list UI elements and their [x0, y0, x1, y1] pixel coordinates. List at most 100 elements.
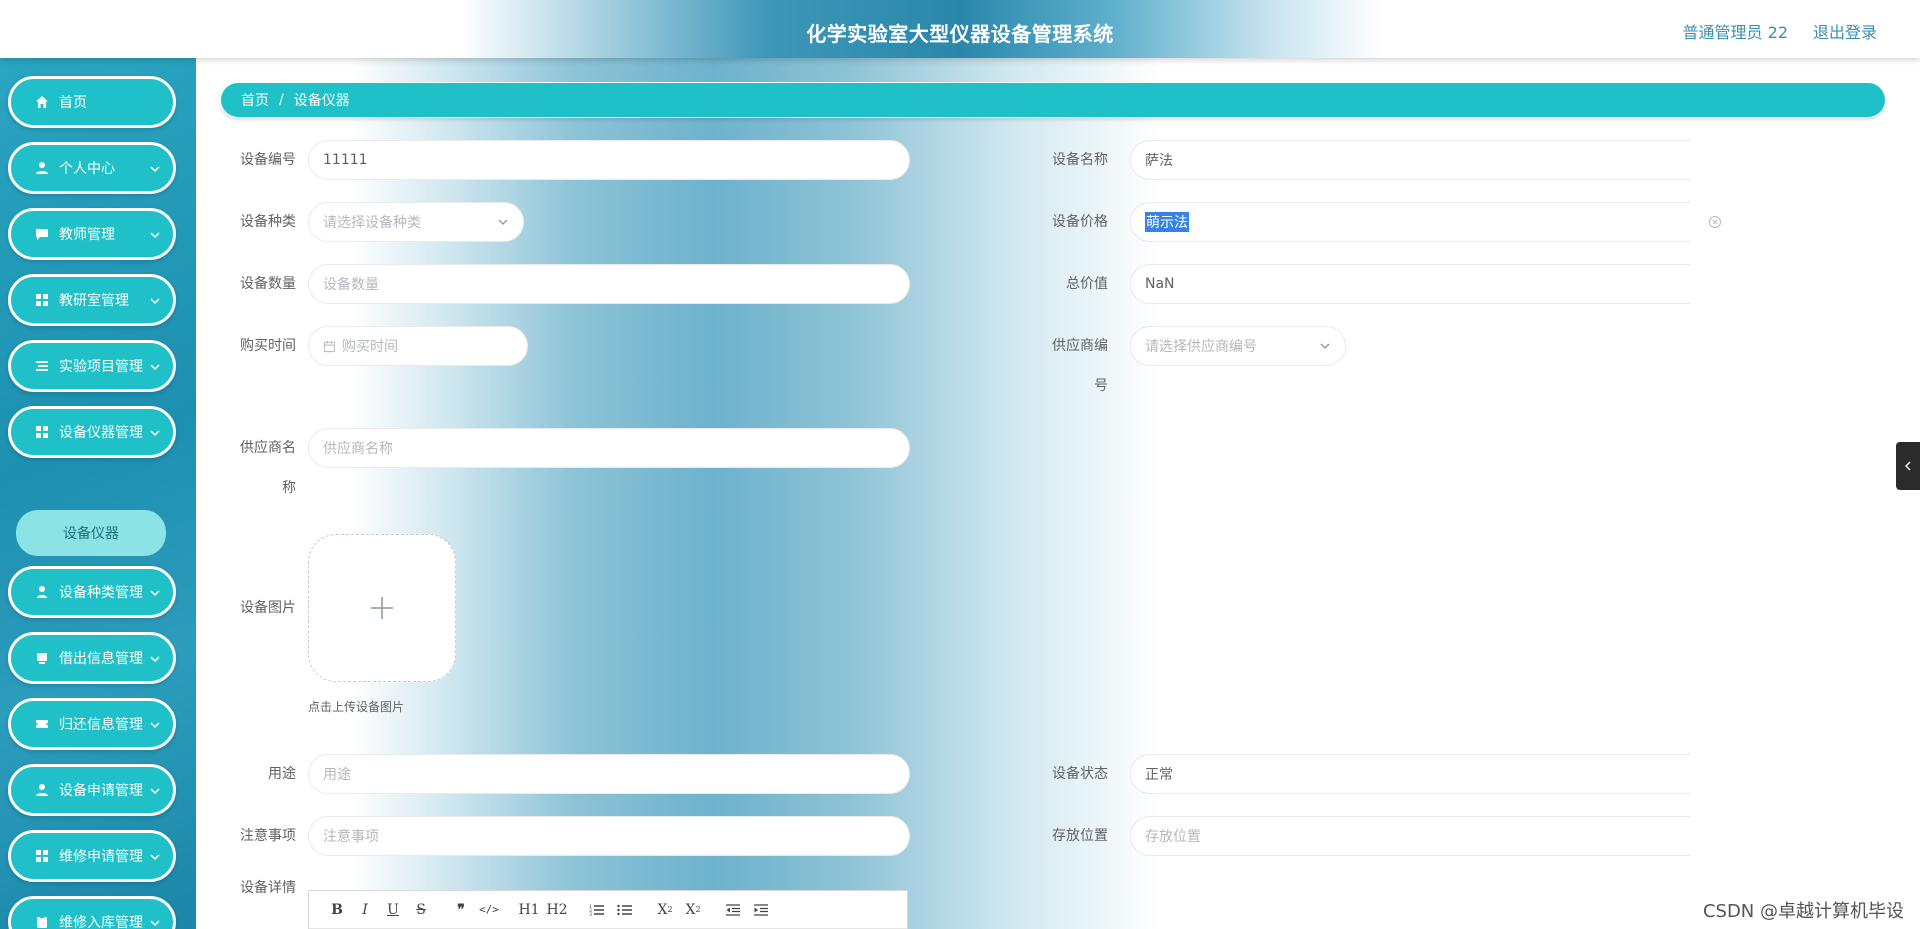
app-title: 化学实验室大型仪器设备管理系统	[806, 22, 1114, 46]
sidebar-item-device-type[interactable]: 设备种类管理	[8, 566, 176, 618]
underline-button[interactable]: U	[379, 898, 407, 922]
chevron-down-icon	[150, 920, 160, 927]
list-icon	[35, 359, 49, 373]
sidebar-item-label: 个人中心	[59, 161, 115, 177]
supplier-no-placeholder: 请选择供应商编号	[1145, 339, 1257, 355]
user-icon	[35, 161, 49, 175]
total-value-input[interactable]: NaN	[1130, 264, 1690, 304]
device-type-placeholder: 请选择设备种类	[323, 215, 421, 231]
sidebar-item-repair-storage[interactable]: 维修入库管理	[8, 896, 176, 929]
notes-input[interactable]: 注意事项	[308, 816, 910, 856]
blockquote-button[interactable]: ❞	[447, 898, 475, 922]
chevron-down-icon	[150, 298, 160, 305]
device-no-input[interactable]: 11111	[308, 140, 910, 180]
upload-hint: 点击上传设备图片	[308, 700, 405, 714]
user-icon	[35, 783, 49, 797]
sidebar-item-repair-apply[interactable]: 维修申请管理	[8, 830, 176, 882]
subscript-button[interactable]: X2	[651, 898, 679, 922]
sidebar-item-label: 设备申请管理	[59, 783, 143, 799]
bold-button[interactable]: B	[323, 898, 351, 922]
bullet-list-icon[interactable]	[611, 898, 639, 922]
breadcrumb: 首页 / 设备仪器	[220, 82, 1886, 118]
device-qty-input[interactable]: 设备数量	[308, 264, 910, 304]
sidebar-item-return[interactable]: 归还信息管理	[8, 698, 176, 750]
purchase-time-placeholder: 购买时间	[342, 339, 398, 355]
notes-label: 注意事项	[240, 828, 296, 844]
strike-button[interactable]: S	[407, 898, 435, 922]
clear-icon[interactable]	[1708, 215, 1722, 229]
device-name-label: 设备名称	[1052, 152, 1108, 168]
sidebar-item-apply[interactable]: 设备申请管理	[8, 764, 176, 816]
device-status-input[interactable]: 正常	[1130, 754, 1690, 794]
sidebar-item-label: 设备种类管理	[59, 585, 143, 601]
sidebar-item-experiment[interactable]: 实验项目管理	[8, 340, 176, 392]
sidebar-item-home[interactable]: 首页	[8, 76, 176, 128]
supplier-name-label: 供应商名 称	[240, 440, 296, 496]
chevron-down-icon	[150, 788, 160, 795]
device-no-label: 设备编号	[240, 152, 296, 168]
device-name-input[interactable]: 萨法	[1130, 140, 1690, 180]
logout-link[interactable]: 退出登录	[1813, 19, 1877, 43]
sidebar-item-teacher[interactable]: 教师管理	[8, 208, 176, 260]
sidebar-item-label: 归还信息管理	[59, 717, 143, 733]
chevron-down-icon	[150, 854, 160, 861]
chevron-down-icon	[150, 364, 160, 371]
watermark: CSDN @卓越计算机毕设	[1702, 901, 1904, 922]
outdent-icon[interactable]	[719, 898, 747, 922]
chevron-left-icon	[1904, 461, 1911, 471]
chat-icon	[35, 227, 49, 241]
sidebar-item-office[interactable]: 教研室管理	[8, 274, 176, 326]
editor-toolbar: B I U S ❞ </> H1 H2 123 X2 X2	[309, 891, 907, 929]
sidebar-item-label: 借出信息管理	[59, 651, 143, 667]
device-type-select[interactable]: 请选择设备种类	[308, 202, 524, 242]
sidebar-item-label: 教师管理	[59, 227, 115, 243]
purchase-time-picker[interactable]: 购买时间	[308, 326, 528, 366]
sidebar-item-label: 维修申请管理	[59, 849, 143, 865]
device-price-label: 设备价格	[1052, 214, 1108, 230]
main-content: 首页 / 设备仪器 设备编号 11111 设备名称 萨法 设备种类 请选择设备种…	[196, 58, 1920, 929]
svg-text:3: 3	[589, 912, 592, 917]
grid-icon	[35, 849, 49, 863]
calendar-icon	[323, 340, 336, 352]
chevron-down-icon	[150, 232, 160, 239]
user-icon	[35, 585, 49, 599]
box-icon	[35, 651, 49, 665]
sidebar: 首页 个人中心 教师管理 教研室管理 实验项目管理 设备仪器管理 设备仪器 设备…	[0, 58, 196, 929]
sidebar-item-label: 教研室管理	[59, 293, 129, 309]
rich-text-editor[interactable]: B I U S ❞ </> H1 H2 123 X2 X2	[308, 890, 908, 929]
superscript-button[interactable]: X2	[679, 898, 707, 922]
details-label: 设备详情	[240, 880, 296, 896]
storage-input[interactable]: 存放位置	[1130, 816, 1690, 856]
sidebar-item-label: 首页	[59, 95, 87, 111]
sidebar-subitem-device[interactable]: 设备仪器	[16, 510, 166, 556]
ticket-icon	[35, 717, 49, 731]
indent-icon[interactable]	[747, 898, 775, 922]
top-header: 化学实验室大型仪器设备管理系统 普通管理员 22 退出登录	[0, 0, 1920, 58]
italic-button[interactable]: I	[351, 898, 379, 922]
device-status-label: 设备状态	[1052, 766, 1108, 782]
chevron-down-icon	[150, 590, 160, 597]
image-upload-button[interactable]	[308, 534, 456, 682]
storage-label: 存放位置	[1052, 828, 1108, 844]
chevron-down-icon	[150, 166, 160, 173]
h2-button[interactable]: H2	[543, 898, 571, 922]
sidebar-item-device[interactable]: 设备仪器管理	[8, 406, 176, 458]
sidebar-item-lend[interactable]: 借出信息管理	[8, 632, 176, 684]
supplier-no-label: 供应商编 号	[1052, 338, 1108, 394]
device-price-input[interactable]: 萌示法	[1130, 202, 1690, 242]
current-user-label: 普通管理员 22	[1682, 23, 1788, 42]
h1-button[interactable]: H1	[515, 898, 543, 922]
breadcrumb-home[interactable]: 首页	[241, 90, 269, 110]
supplier-name-input[interactable]: 供应商名称	[308, 428, 910, 468]
device-qty-label: 设备数量	[240, 276, 296, 292]
sidebar-item-label: 实验项目管理	[59, 359, 143, 375]
usage-label: 用途	[268, 766, 296, 782]
collapse-panel-button[interactable]	[1896, 442, 1920, 490]
sidebar-item-personal[interactable]: 个人中心	[8, 142, 176, 194]
device-image-label: 设备图片	[240, 600, 296, 616]
supplier-no-select[interactable]: 请选择供应商编号	[1130, 326, 1346, 366]
ordered-list-icon[interactable]: 123	[583, 898, 611, 922]
code-button[interactable]: </>	[475, 898, 503, 922]
sidebar-item-label: 设备仪器管理	[59, 425, 143, 441]
usage-input[interactable]: 用途	[308, 754, 910, 794]
